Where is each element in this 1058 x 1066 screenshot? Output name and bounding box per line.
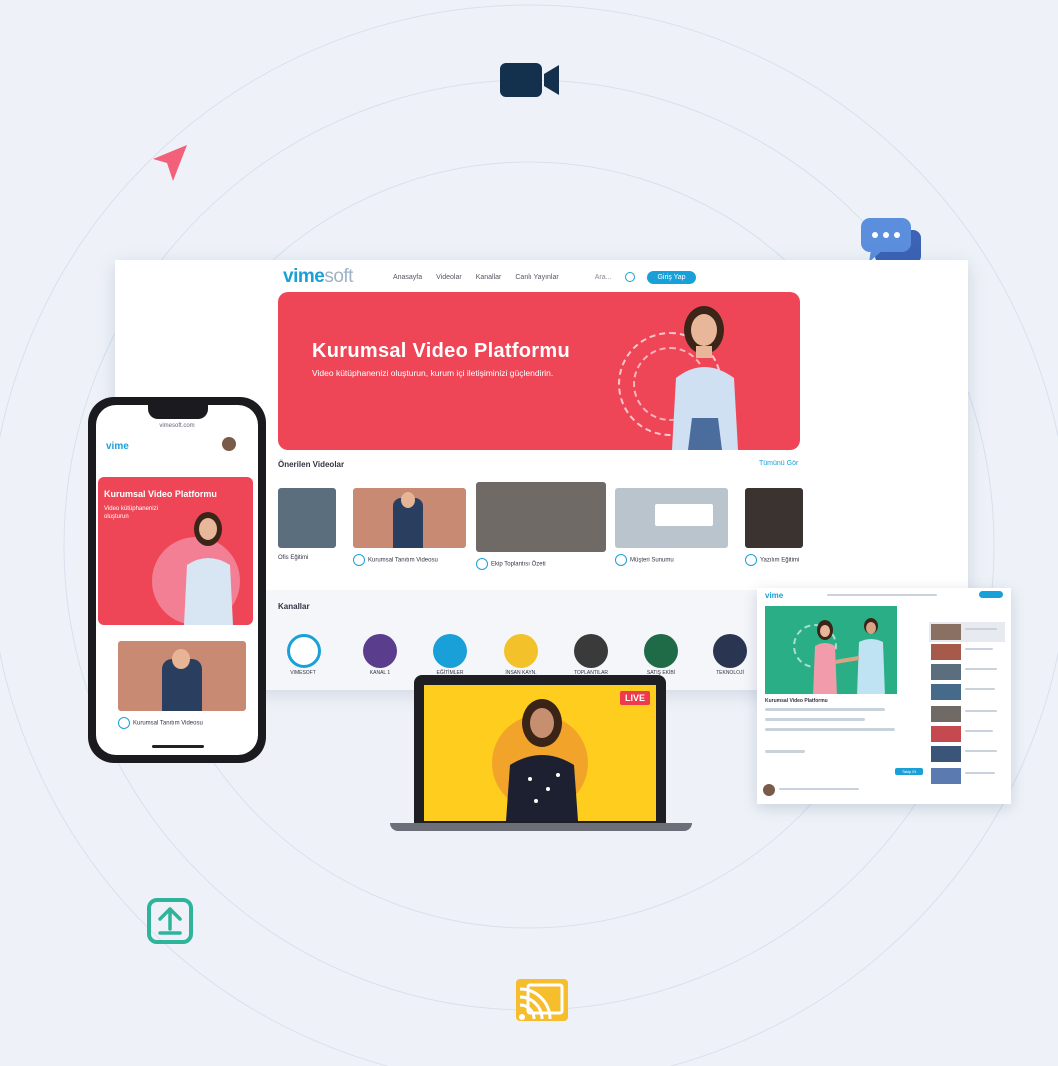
nav-home[interactable]: Anasayfa xyxy=(393,274,422,281)
laptop-screen: LIVE xyxy=(424,685,656,821)
channel-avatar[interactable] xyxy=(433,634,467,668)
avatar[interactable] xyxy=(222,437,236,451)
video-caption: Ekip Toplantısı Özeti xyxy=(476,558,606,570)
video-caption: Müşteri Sunumu xyxy=(615,554,728,566)
playlist-thumbnail[interactable] xyxy=(931,706,961,722)
text-line xyxy=(765,728,895,731)
see-all-link[interactable]: Tümünü Gör xyxy=(759,460,798,467)
channel-avatar[interactable] xyxy=(644,634,678,668)
channel-icon xyxy=(476,558,488,570)
login-button[interactable]: Giriş Yap xyxy=(647,270,696,284)
video-caption: Ofis Eğitimi xyxy=(278,555,309,561)
section-title-channels: Kanallar xyxy=(278,602,310,611)
send-arrow-icon xyxy=(151,143,189,183)
avatar[interactable] xyxy=(763,784,775,796)
chat-bubble-icon xyxy=(859,216,923,264)
tablet-mockup: vime Kurumsal Video Platformu Takip Et xyxy=(757,588,1011,804)
phone-mockup: vimesoft.com vime Kurumsal Video Platfor… xyxy=(88,397,266,763)
playlist-thumbnail[interactable] xyxy=(931,768,961,784)
follow-button[interactable]: Takip Et xyxy=(895,768,923,775)
phone-hero-woman-image xyxy=(184,512,233,625)
laptop-base xyxy=(390,823,692,831)
video-thumbnail[interactable] xyxy=(118,641,246,711)
phone-hero: Kurumsal Video Platformu Video kütüphane… xyxy=(98,477,253,625)
channel-avatar[interactable] xyxy=(574,634,608,668)
text-line xyxy=(965,628,997,630)
channel-label: TEKNOLOJİ xyxy=(716,670,744,676)
video-thumbnail[interactable] xyxy=(353,488,466,548)
channel-icon xyxy=(745,554,757,566)
login-button[interactable] xyxy=(979,591,1003,598)
video-caption: Yazılım Eğitimi xyxy=(745,554,803,566)
live-badge: LIVE xyxy=(619,691,650,705)
cast-icon xyxy=(514,977,570,1023)
text-line xyxy=(965,772,995,774)
hero-banner: Kurumsal Video Platformu Video kütüphane… xyxy=(278,292,800,450)
channel-avatar[interactable] xyxy=(713,634,747,668)
handshake-image xyxy=(813,618,885,694)
playlist-thumbnail[interactable] xyxy=(931,726,961,742)
phone-url-bar: vimesoft.com xyxy=(159,423,195,429)
hero-woman-image xyxy=(672,306,738,450)
video-player[interactable] xyxy=(765,606,897,694)
phone-hero-title: Kurumsal Video Platformu xyxy=(104,489,217,499)
text-line xyxy=(965,710,997,712)
video-title: Kurumsal Video Platformu xyxy=(765,698,828,704)
phone-hero-text: Video kütüphanenizi oluşturun xyxy=(104,506,158,520)
channel-icon xyxy=(615,554,627,566)
video-caption: Kurumsal Tanıtım Videosu xyxy=(118,717,246,729)
desktop-navbar: vimesoft Anasayfa Videolar Kanallar Canl… xyxy=(283,266,793,288)
text-line xyxy=(965,750,997,752)
playlist-thumbnail[interactable] xyxy=(931,684,961,700)
tablet-logo[interactable]: vime xyxy=(765,591,783,600)
playlist-thumbnail[interactable] xyxy=(931,746,961,762)
text-line xyxy=(965,668,997,670)
search-icon[interactable] xyxy=(625,272,636,282)
text-line xyxy=(765,708,885,711)
live-presenter-image xyxy=(506,699,578,821)
video-thumbnail[interactable] xyxy=(615,488,728,548)
channel-avatar[interactable] xyxy=(287,634,321,668)
playlist-thumbnail[interactable] xyxy=(931,664,961,680)
video-camera-icon xyxy=(500,62,560,98)
tablet-nav xyxy=(827,594,937,596)
text-line xyxy=(965,648,993,650)
channel-icon xyxy=(353,554,365,566)
search-input[interactable]: Ara... xyxy=(595,274,612,281)
phone-screen: vimesoft.com vime Kurumsal Video Platfor… xyxy=(96,405,258,755)
text-line xyxy=(965,688,995,690)
video-thumbnail[interactable] xyxy=(278,488,336,548)
upload-icon xyxy=(146,897,194,945)
video-caption: Kurumsal Tanıtım Videosu xyxy=(353,554,466,566)
channel-avatar[interactable] xyxy=(504,634,538,668)
nav-videos[interactable]: Videolar xyxy=(436,274,462,281)
channel-icon xyxy=(118,717,130,729)
section-title-videos: Önerilen Videolar xyxy=(278,460,345,469)
nav-live[interactable]: Canlı Yayınlar xyxy=(515,274,558,281)
phone-logo[interactable]: vime xyxy=(106,441,129,452)
text-line xyxy=(765,718,865,721)
video-thumbnail[interactable] xyxy=(476,482,606,552)
phone-notch xyxy=(148,405,208,419)
hero-title: Kurumsal Video Platformu xyxy=(312,340,570,362)
channel-label: KANAL 1 xyxy=(369,670,391,676)
laptop-mockup: LIVE xyxy=(414,675,666,825)
text-line xyxy=(779,788,859,790)
nav-channels[interactable]: Kanallar xyxy=(476,274,502,281)
hero-subtitle: Video kütüphanenizi oluşturun, kurum içi… xyxy=(312,368,554,378)
text-line xyxy=(765,750,805,753)
video-thumbnail[interactable] xyxy=(745,488,803,548)
text-line xyxy=(965,730,993,732)
vimesoft-logo[interactable]: vimesoft xyxy=(283,266,353,288)
home-indicator xyxy=(152,745,204,748)
channel-avatar[interactable] xyxy=(363,634,397,668)
playlist-thumbnail[interactable] xyxy=(931,644,961,660)
channel-label: VIMESOFT xyxy=(290,670,316,676)
playlist-thumbnail[interactable] xyxy=(931,624,961,640)
